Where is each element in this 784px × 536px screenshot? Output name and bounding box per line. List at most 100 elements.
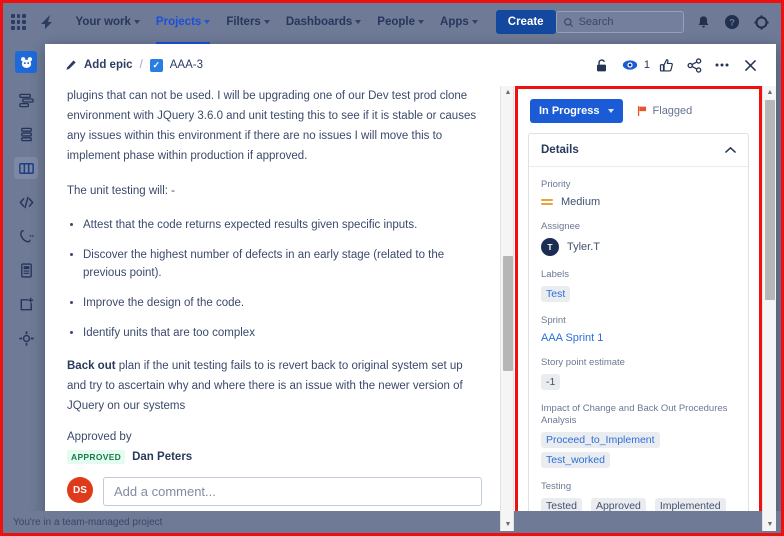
code-icon <box>19 196 33 208</box>
sidebar-item-releases[interactable] <box>14 225 38 247</box>
list-item: Attest that the code returns expected re… <box>83 216 482 234</box>
app-switcher-grid-icon[interactable] <box>11 14 26 30</box>
sidebar-item-backlog[interactable] <box>14 123 38 145</box>
nav-item-filters[interactable]: Filters <box>218 6 278 38</box>
field-priority: Priority Medium <box>541 179 736 208</box>
priority-value: Medium <box>561 196 601 208</box>
create-button[interactable]: Create <box>495 10 556 34</box>
approved-by-row: APPROVED Dan Peters <box>67 450 482 464</box>
sidebar-item-project-settings[interactable] <box>14 327 38 349</box>
status-badge: APPROVED <box>67 450 126 464</box>
nav-item-your-work[interactable]: Your work <box>68 6 148 38</box>
details-fields: Priority Medium Assignee T Tyler.T Label… <box>529 167 748 514</box>
details-card: Details Priority Medium Assignee T Tyler… <box>528 133 749 528</box>
issue-type-task-icon: ✓ <box>149 58 163 72</box>
description-scroll-region: plugins that can not be used. I will be … <box>45 86 500 467</box>
chevron-down-icon <box>133 20 140 24</box>
nav-item-dashboards[interactable]: Dashboards <box>278 6 369 38</box>
jira-logo-icon[interactable] <box>36 13 54 31</box>
add-epic-link[interactable]: Add epic <box>84 59 133 71</box>
flagged-indicator[interactable]: Flagged <box>636 105 693 117</box>
unlock-icon[interactable] <box>590 53 614 77</box>
project-avatar-icon[interactable] <box>15 51 37 73</box>
field-label: Sprint <box>541 315 566 326</box>
sidebar-item-add[interactable] <box>14 293 38 315</box>
list-item: Discover the highest number of defects i… <box>83 246 482 282</box>
impact-chip[interactable]: Test_worked <box>541 452 610 468</box>
sidebar-item-board[interactable] <box>14 157 38 179</box>
story-point-chip[interactable]: -1 <box>541 374 561 390</box>
search-placeholder: Search <box>578 16 614 28</box>
list-item: Identify units that are too complex <box>83 324 482 342</box>
more-actions-icon[interactable] <box>710 53 734 77</box>
nav-item-projects[interactable]: Projects <box>148 6 218 45</box>
nav-item-apps[interactable]: Apps <box>432 6 486 38</box>
search-input[interactable]: Search <box>555 11 685 33</box>
nav-label: People <box>377 16 416 28</box>
field-label: Story point estimate <box>541 357 625 368</box>
search-icon <box>563 17 573 27</box>
label-chip[interactable]: Test <box>541 286 571 302</box>
field-impact-of-change: Impact of Change and Back Out Procedures… <box>541 403 736 468</box>
nav-menu: Your work Projects Filters Dashboards Pe… <box>68 6 486 45</box>
assignee-value: Tyler.T <box>567 241 601 253</box>
status-bar: You're in a team-managed project <box>3 511 781 533</box>
share-icon[interactable] <box>682 53 706 77</box>
sprint-link[interactable]: AAA Sprint 1 <box>541 332 736 344</box>
description-scrollbar[interactable]: ▲ ▼ <box>500 86 514 531</box>
scroll-down-icon[interactable]: ▼ <box>763 518 776 531</box>
sidebar-item-roadmap[interactable] <box>14 89 38 111</box>
impact-chip[interactable]: Proceed_to_Implement <box>541 432 660 448</box>
issue-key-link[interactable]: AAA-3 <box>170 59 203 71</box>
help-circle-icon[interactable]: ? <box>722 11 742 33</box>
close-icon[interactable] <box>738 53 762 77</box>
status-row: In Progress Flagged <box>518 95 759 133</box>
scroll-up-icon[interactable]: ▲ <box>501 86 515 99</box>
field-label: Labels <box>541 269 569 280</box>
nav-item-people[interactable]: People <box>369 6 432 38</box>
status-dropdown-button[interactable]: In Progress <box>530 99 623 123</box>
scroll-down-icon[interactable]: ▼ <box>501 518 515 531</box>
details-section-header[interactable]: Details <box>529 134 748 167</box>
details-panel: In Progress Flagged Details Priority Med… <box>515 86 762 531</box>
scrollbar-thumb[interactable] <box>503 256 513 371</box>
avatar: DS <box>67 477 93 503</box>
scroll-up-icon[interactable]: ▲ <box>763 86 776 99</box>
backout-bold-label: Back out <box>67 360 116 372</box>
approved-by-heading: Approved by <box>67 431 132 443</box>
field-label: Impact of Change and Back Out Procedures… <box>541 403 728 426</box>
thumbs-up-icon[interactable] <box>654 53 678 77</box>
approver-name: Dan Peters <box>132 451 193 463</box>
chevron-down-icon <box>263 20 270 24</box>
modal-scrollbar[interactable]: ▲ ▼ <box>762 86 776 531</box>
gear-icon[interactable] <box>751 11 771 33</box>
field-value[interactable]: T Tyler.T <box>541 238 736 256</box>
sidebar-item-code[interactable] <box>14 191 38 213</box>
svg-text:?: ? <box>729 18 735 29</box>
description-paragraph-2: The unit testing will: - <box>67 185 176 197</box>
nav-label: Projects <box>155 16 202 28</box>
sidebar-item-pages[interactable] <box>14 259 38 281</box>
status-label: In Progress <box>539 105 600 117</box>
field-value[interactable]: Test <box>541 286 736 302</box>
backout-paragraph: Back out plan if the unit testing fails … <box>67 356 482 416</box>
flagged-label: Flagged <box>652 105 693 117</box>
watch-eye-icon[interactable] <box>618 53 642 77</box>
field-value[interactable]: Medium <box>541 196 736 208</box>
nav-label: Apps <box>440 16 469 28</box>
details-title: Details <box>541 144 579 156</box>
chevron-down-icon <box>355 20 362 24</box>
watch-count: 1 <box>643 59 650 71</box>
scrollbar-thumb[interactable] <box>765 100 775 300</box>
field-value[interactable]: Proceed_to_Implement Test_worked <box>541 432 736 468</box>
comment-input[interactable]: Add a comment... <box>103 477 482 506</box>
field-value[interactable]: -1 <box>541 374 736 390</box>
description-column: plugins that can not be used. I will be … <box>45 86 500 531</box>
chevron-down-icon <box>204 20 211 24</box>
screen-root: Your work Projects Filters Dashboards Pe… <box>0 0 784 536</box>
field-labels: Labels Test <box>541 269 736 302</box>
add-item-icon <box>20 297 33 310</box>
chevron-up-icon[interactable] <box>725 146 736 154</box>
field-label: Priority <box>541 179 571 190</box>
bell-icon[interactable] <box>693 11 713 33</box>
